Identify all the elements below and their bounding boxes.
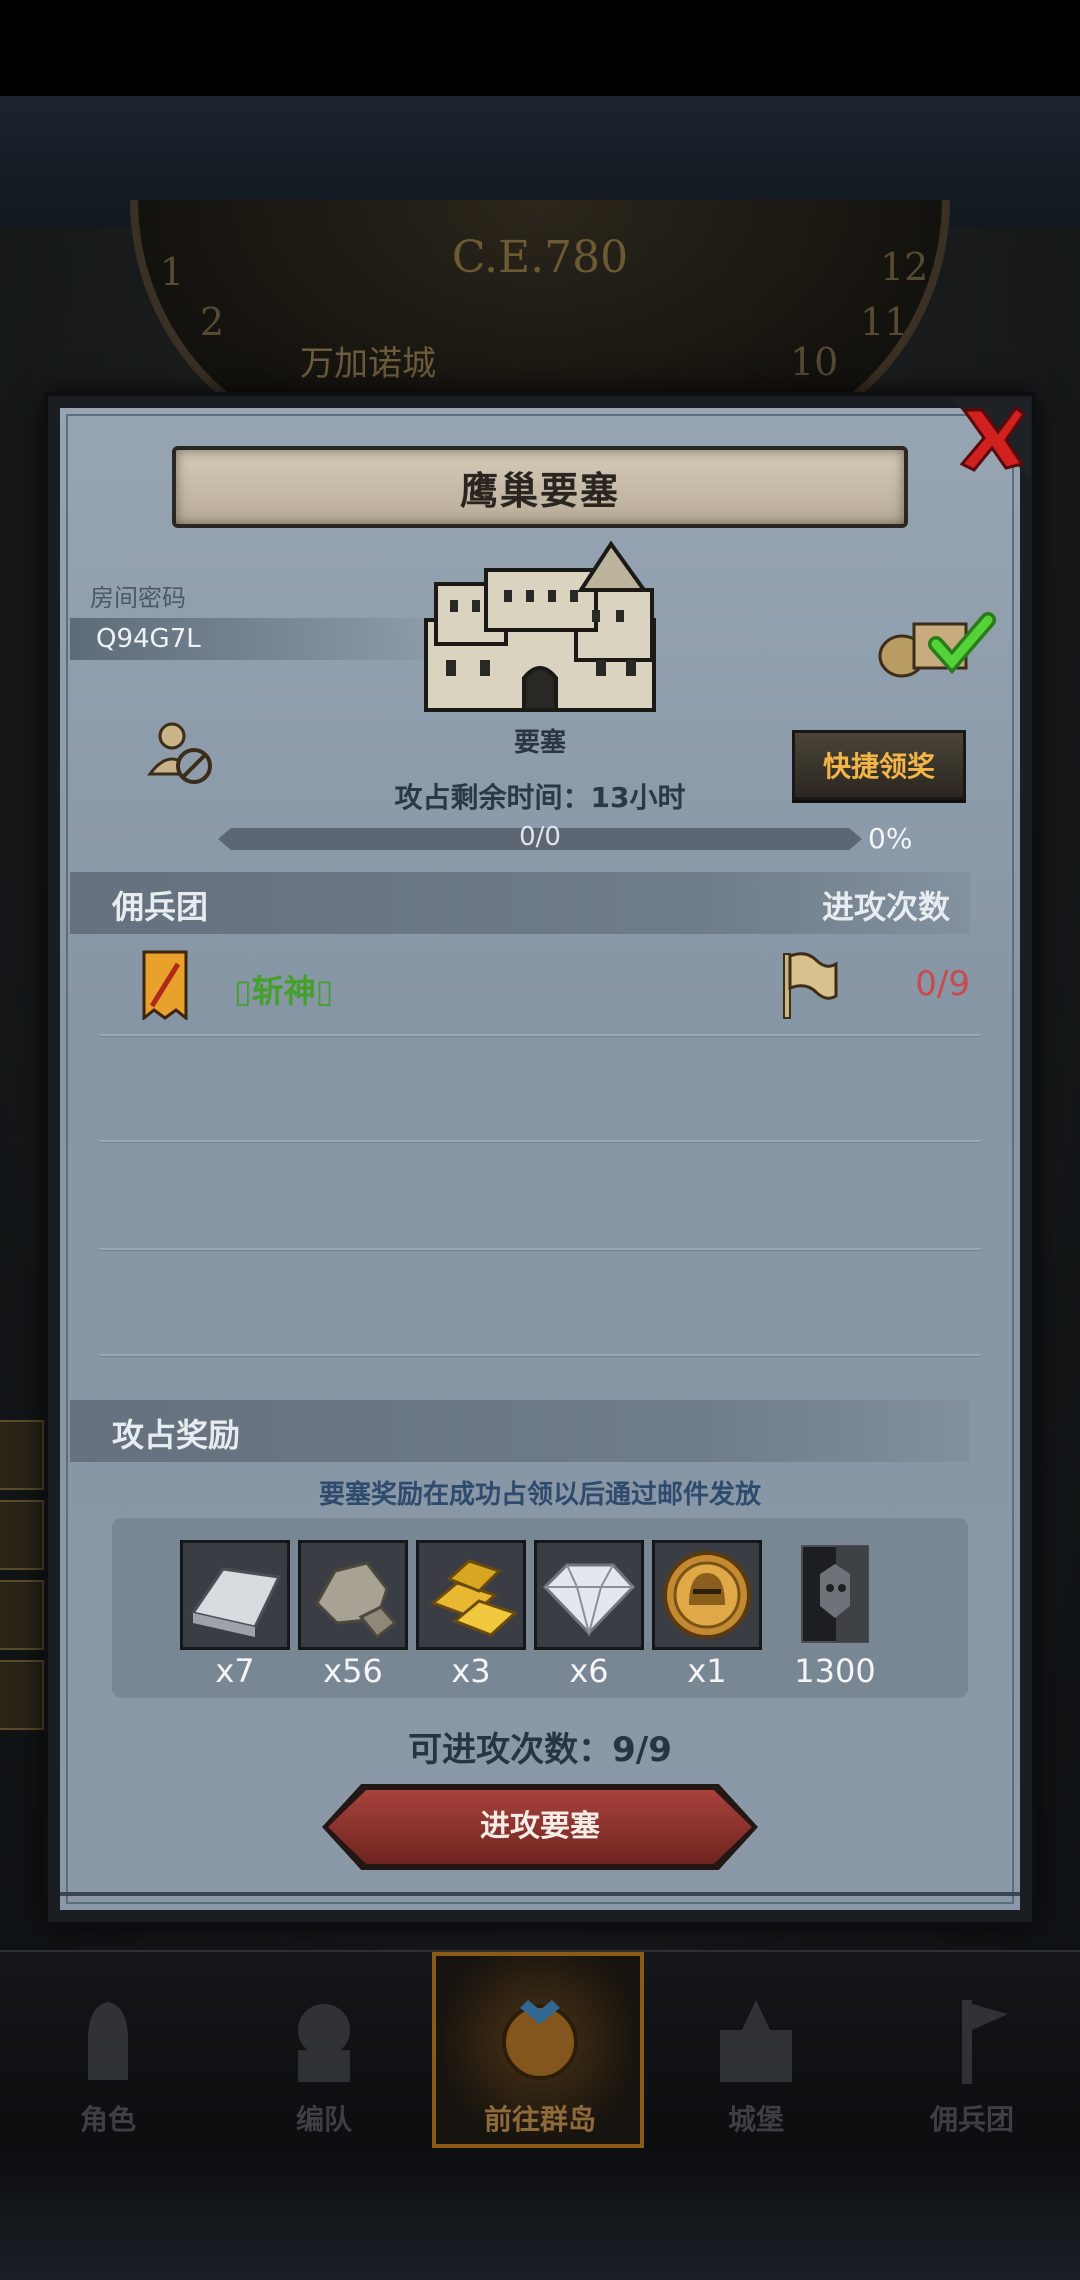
reward-qty: x1 <box>687 1652 727 1690</box>
nav-item-castle[interactable]: 城堡 <box>648 1950 864 2150</box>
side-tab[interactable] <box>0 1580 44 1650</box>
attack-fortress-button[interactable]: 进攻要塞 <box>322 1784 758 1870</box>
side-tab[interactable] <box>0 1660 44 1730</box>
time-remaining: 攻占剩余时间：13小时 <box>394 781 686 814</box>
status-bar-area <box>0 0 1080 96</box>
dial-number: 12 <box>880 245 929 289</box>
castle-icon <box>424 540 656 712</box>
guild-banner-icon <box>142 950 188 1020</box>
stone-ore-icon <box>301 1543 405 1647</box>
row-divider <box>100 1248 980 1251</box>
attack-count-header: 进攻次数 <box>822 888 951 926</box>
close-icon <box>959 405 1027 472</box>
attacks-available: 可进攻次数：9/9 <box>408 1730 672 1770</box>
quick-claim-label: 快捷领奖 <box>822 750 935 783</box>
hidden-user-icon[interactable] <box>146 718 216 788</box>
row-divider <box>100 1354 980 1357</box>
attack-count: 0/9 <box>915 964 970 1004</box>
nav-item-islands[interactable]: 前往群岛 <box>432 1950 648 2150</box>
dial-number: 11 <box>860 300 909 344</box>
dial-number: 2 <box>200 300 225 344</box>
reward-qty: 1300 <box>794 1652 876 1690</box>
reward-silver[interactable] <box>180 1540 290 1650</box>
close-button[interactable] <box>950 398 1030 478</box>
nav-label: 前往群岛 <box>483 2103 596 2136</box>
rewards-header: 攻占奖励 <box>112 1416 241 1454</box>
nav-item-team[interactable]: 编队 <box>216 1950 432 2150</box>
gesture-bar-area <box>0 2150 1080 2280</box>
island-icon <box>502 2000 578 2080</box>
room-code[interactable]: Q94G7L <box>96 624 201 654</box>
progress-text: 0/0 <box>519 822 561 852</box>
rewards-note: 要塞奖励在成功占领以后通过邮件发放 <box>318 1480 761 1510</box>
city-name-label: 万加诺城 <box>300 344 436 384</box>
mercenary-icon <box>962 2000 1008 2084</box>
reward-stone[interactable] <box>298 1540 408 1650</box>
flag-icon <box>783 952 838 1019</box>
dialog-divider <box>60 1892 1020 1896</box>
dialog-title-plate: 鹰巢要塞 <box>172 446 908 528</box>
loot-claimed-icon[interactable] <box>876 606 998 680</box>
honor-banner-icon <box>801 1545 869 1643</box>
row-divider <box>100 1140 980 1143</box>
reward-qty: x3 <box>451 1652 491 1690</box>
castle-icon <box>720 2000 792 2082</box>
reward-qty: x7 <box>215 1652 255 1690</box>
dial-number: 1 <box>160 250 185 294</box>
reward-gold[interactable] <box>416 1540 526 1650</box>
nav-label: 城堡 <box>727 2103 784 2136</box>
room-password-label: 房间密码 <box>90 584 186 612</box>
side-tab[interactable] <box>0 1420 44 1490</box>
knight-medal-icon <box>655 1543 759 1647</box>
team-icon <box>298 2004 350 2082</box>
nav-label: 角色 <box>79 2103 136 2136</box>
nav-item-mercenary[interactable]: 佣兵团 <box>864 1950 1080 2150</box>
nav-label: 佣兵团 <box>929 2103 1014 2136</box>
reward-medal[interactable] <box>652 1540 762 1650</box>
progress-percent: 0% <box>868 822 913 855</box>
knight-icon <box>88 2002 128 2080</box>
row-divider <box>100 1034 980 1037</box>
nav-label: 编队 <box>295 2103 352 2136</box>
reward-diamond[interactable] <box>534 1540 644 1650</box>
diamond-icon <box>537 1543 641 1647</box>
dial-number: 10 <box>790 340 839 384</box>
side-tab[interactable] <box>0 1500 44 1570</box>
reward-qty: x6 <box>569 1652 609 1690</box>
dialog-title: 鹰巢要塞 <box>459 468 620 513</box>
reward-qty: x56 <box>323 1652 383 1690</box>
reward-honor[interactable] <box>800 1544 870 1644</box>
mercenary-header: 佣兵团 <box>112 888 209 926</box>
nav-item-character[interactable]: 角色 <box>0 1950 216 2150</box>
silver-ingot-icon <box>183 1543 287 1647</box>
attack-fortress-label: 进攻要塞 <box>480 1809 600 1844</box>
guild-name[interactable]: ▯斩神▯ <box>234 966 333 1012</box>
gold-bar-icon <box>419 1543 523 1647</box>
fortress-type-label: 要塞 <box>513 728 566 758</box>
